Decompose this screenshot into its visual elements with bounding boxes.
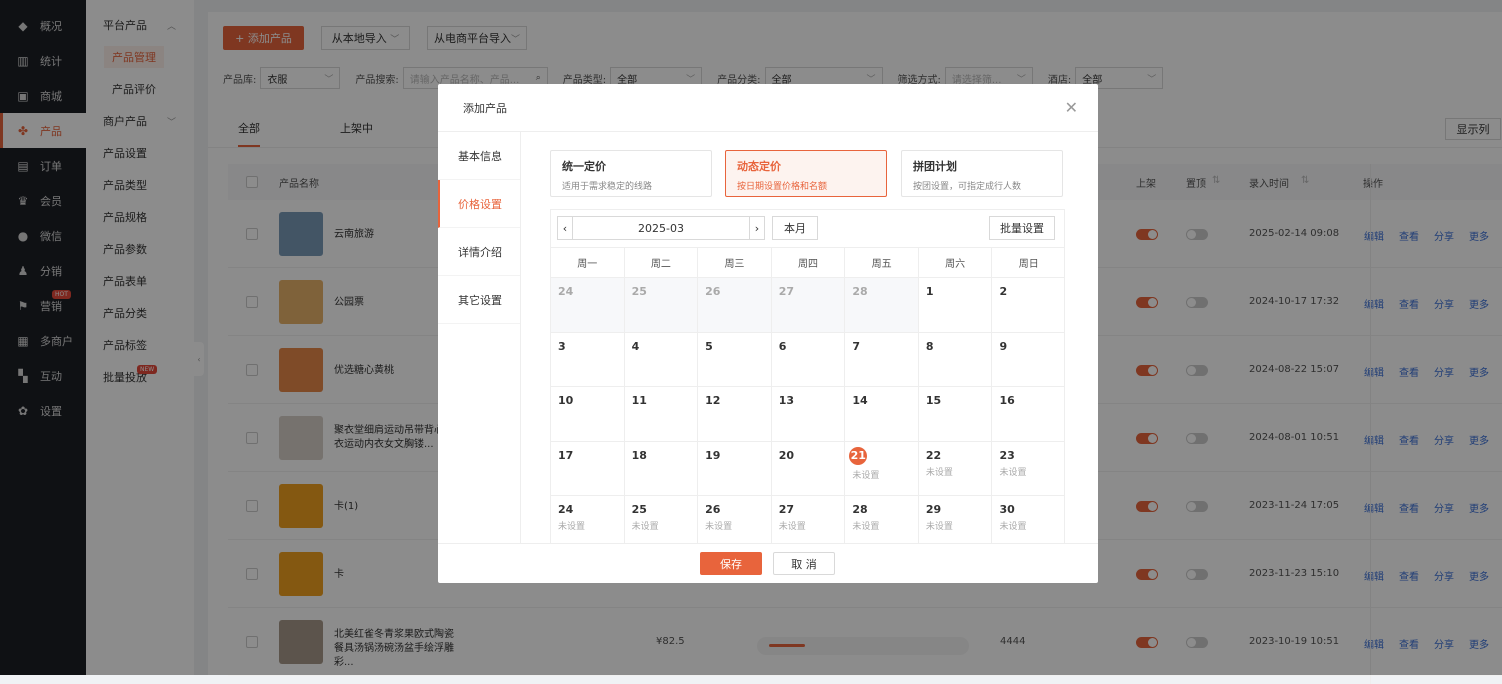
calendar-day[interactable]: 5: [698, 332, 772, 386]
calendar-day[interactable]: 6: [772, 332, 846, 386]
calendar-week: 24 未设置 25 未设置 26 未设置 27 未设置 28 未设置 29 未设置 30 未设置: [551, 495, 1064, 543]
calendar-day[interactable]: 9: [992, 333, 1064, 387]
calendar-day[interactable]: 13: [772, 387, 846, 441]
unset-label: 未设置: [999, 467, 1027, 478]
save-button[interactable]: 保存: [700, 552, 762, 575]
calendar-day[interactable]: 27: [771, 278, 846, 332]
calendar-day[interactable]: 28 未设置: [845, 496, 919, 543]
weekday-label: 周五: [845, 248, 919, 277]
weekday-label: 周三: [698, 248, 772, 277]
calendar-day[interactable]: 14: [845, 387, 919, 441]
close-icon[interactable]: ✕: [1065, 98, 1078, 117]
calendar-week: 10 11 12 13 14 15 16: [551, 386, 1064, 441]
weekday-label: 周一: [551, 248, 625, 277]
calendar-day[interactable]: 30 未设置: [992, 496, 1064, 543]
unset-label: 未设置: [999, 522, 1027, 532]
calendar-day[interactable]: 24 未设置: [551, 496, 625, 543]
calendar-day[interactable]: 27 未设置: [772, 496, 846, 543]
calendar-day[interactable]: 25 未设置: [625, 496, 699, 543]
cancel-button[interactable]: 取 消: [773, 552, 835, 575]
calendar-day[interactable]: 8: [919, 332, 993, 386]
calendar-day[interactable]: 26: [698, 278, 772, 332]
calendar-day[interactable]: 12: [698, 387, 772, 441]
next-month-icon[interactable]: ›: [749, 216, 765, 240]
calendar-day[interactable]: 22 未设置: [919, 441, 993, 495]
prev-month-icon[interactable]: ‹: [557, 216, 573, 240]
calendar-day[interactable]: 26 未设置: [698, 496, 772, 543]
modal-footer: 保存 取 消: [438, 543, 1098, 583]
pricing-option-dynamic[interactable]: 动态定价 按日期设置价格和名额: [725, 150, 887, 197]
unset-label: 未设置: [558, 522, 586, 532]
calendar-grid: 24 25 26 27 28 1 2 3 4 5 6 7 8 9 10 11 12 13 14 15 16 17 18 19 2…: [551, 277, 1064, 543]
calendar-day[interactable]: 11: [625, 387, 699, 441]
add-product-modal: 添加产品 ✕ 基本信息 价格设置 详情介绍 其它设置 统一定价 适用于需求稳定的…: [438, 84, 1098, 583]
unset-label: 未设置: [705, 522, 733, 532]
unset-label: 未设置: [925, 522, 953, 532]
calendar-day[interactable]: 18: [625, 441, 699, 495]
weekday-label: 周六: [919, 248, 993, 277]
modal-title: 添加产品: [463, 101, 507, 115]
pricing-option-unified[interactable]: 统一定价 适用于需求稳定的线路: [550, 150, 712, 197]
calendar-day[interactable]: 2: [992, 278, 1064, 332]
unset-label: 未设置: [852, 470, 880, 481]
calendar-day[interactable]: 20: [772, 441, 846, 495]
weekday-header: 周一 周二 周三 周四 周五 周六 周日: [551, 247, 1064, 277]
nav-other-settings[interactable]: 其它设置: [438, 276, 520, 324]
calendar-day[interactable]: 10: [551, 387, 625, 441]
nav-details[interactable]: 详情介绍: [438, 228, 520, 276]
calendar-day[interactable]: 17: [551, 441, 625, 495]
modal-nav: 基本信息 价格设置 详情介绍 其它设置: [438, 132, 521, 543]
nav-basic-info[interactable]: 基本信息: [438, 132, 520, 180]
unset-label: 未设置: [852, 522, 880, 532]
this-month-button[interactable]: 本月: [772, 216, 818, 240]
calendar-day[interactable]: 28: [845, 278, 919, 332]
price-calendar: ‹ 2025-03 › 本月 批量设置 周一 周二 周三 周四 周五 周六 周日 24 25 2…: [550, 209, 1065, 543]
calendar-day[interactable]: 4: [625, 332, 699, 386]
calendar-day[interactable]: 16: [992, 387, 1064, 441]
calendar-week: 24 25 26 27 28 1 2: [551, 277, 1064, 332]
batch-settings-button[interactable]: 批量设置: [989, 216, 1055, 240]
calendar-day[interactable]: 29 未设置: [919, 496, 993, 543]
pricing-option-group[interactable]: 拼团计划 按团设置，可指定成行人数: [901, 150, 1063, 197]
weekday-label: 周日: [992, 248, 1064, 277]
month-picker[interactable]: 2025-03: [573, 216, 749, 240]
calendar-day[interactable]: 24: [551, 278, 625, 332]
calendar-week: 17 18 19 20 21 未设置 22 未设置 23 未设置: [551, 440, 1064, 496]
calendar-day[interactable]: 15: [919, 387, 993, 441]
calendar-day[interactable]: 7: [845, 332, 919, 386]
calendar-day-today[interactable]: 21 未设置: [845, 441, 919, 495]
unset-label: 未设置: [778, 522, 806, 532]
calendar-day[interactable]: 19: [698, 441, 772, 495]
weekday-label: 周二: [625, 248, 699, 277]
nav-price-settings[interactable]: 价格设置: [438, 180, 520, 228]
calendar-day[interactable]: 23 未设置: [992, 442, 1064, 496]
calendar-day[interactable]: 3: [551, 332, 625, 386]
calendar-day[interactable]: 25: [624, 278, 699, 332]
calendar-day[interactable]: 1: [919, 278, 993, 332]
calendar-week: 3456789: [551, 331, 1064, 387]
unset-label: 未设置: [631, 522, 659, 532]
unset-label: 未设置: [925, 467, 953, 478]
weekday-label: 周四: [772, 248, 846, 277]
